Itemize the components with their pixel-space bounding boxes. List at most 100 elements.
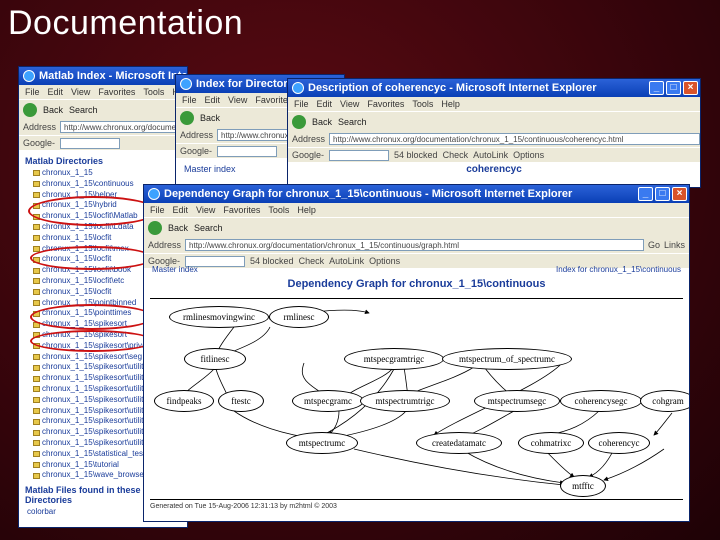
graph-node[interactable]: coherencysegc xyxy=(560,390,642,412)
folder-icon xyxy=(33,278,40,285)
menu-help[interactable]: Help xyxy=(441,99,460,109)
graph-node[interactable]: findpeaks xyxy=(154,390,214,412)
folder-icon xyxy=(33,407,40,414)
graph-node[interactable]: createdatamatc xyxy=(416,432,502,454)
toolbar: Back Search xyxy=(288,111,700,131)
directory-label: chronux_1_15\spikesort\utility xyxy=(42,416,148,426)
back-button[interactable]: Back xyxy=(312,117,332,127)
menu-file[interactable]: File xyxy=(182,95,197,105)
graph-node[interactable]: mtspectrumc xyxy=(286,432,358,454)
address-input[interactable]: http://www.chronux.org/documentation/ind… xyxy=(60,121,187,133)
folder-icon xyxy=(33,418,40,425)
directory-item[interactable]: chronux_1_15 xyxy=(33,168,187,179)
window-title-bar[interactable]: Description of coherencyc - Microsoft In… xyxy=(288,79,700,97)
menu-view[interactable]: View xyxy=(340,99,359,109)
menu-edit[interactable]: Edit xyxy=(317,99,333,109)
ie-icon xyxy=(292,82,304,94)
address-input[interactable]: http://www.chronux.org/documentation/chr… xyxy=(329,133,700,145)
back-icon[interactable] xyxy=(23,102,37,117)
folder-icon xyxy=(33,472,40,479)
graph-node[interactable]: fitlinesc xyxy=(184,348,246,370)
menu-tools[interactable]: Tools xyxy=(143,87,164,97)
menu-edit[interactable]: Edit xyxy=(205,95,221,105)
google-label: Google- xyxy=(180,146,213,156)
directory-label: chronux_1_15\spikesort\utility xyxy=(42,394,148,404)
menu-file[interactable]: File xyxy=(25,87,40,97)
maximize-button[interactable]: □ xyxy=(666,81,681,95)
options-button[interactable]: Options xyxy=(513,150,544,160)
back-icon[interactable] xyxy=(180,110,194,125)
folder-icon xyxy=(33,181,40,188)
graph-node[interactable]: mtspecgramtrigc xyxy=(344,348,444,370)
menu-view[interactable]: View xyxy=(228,95,247,105)
graph-node[interactable]: cohmatrixc xyxy=(518,432,584,454)
graph-node[interactable]: rmlinesc xyxy=(269,306,329,328)
ie-icon xyxy=(180,78,192,90)
folder-icon xyxy=(33,386,40,393)
slide-title: Documentation xyxy=(8,4,244,42)
graph-node[interactable]: mtspectrum_of_spectrumc xyxy=(442,348,572,370)
search-button[interactable]: Search xyxy=(338,117,367,127)
graph-node[interactable]: mtfftc xyxy=(560,475,606,497)
search-button[interactable]: Search xyxy=(69,105,98,115)
google-search-input[interactable] xyxy=(329,149,390,161)
folder-icon xyxy=(33,375,40,382)
window-title-bar[interactable]: Matlab Index - Microsoft Internet Explor… xyxy=(19,67,187,85)
address-label: Address xyxy=(180,130,214,140)
autolink-button[interactable]: AutoLink xyxy=(473,150,508,160)
graph-node[interactable]: mtspectrumtrigc xyxy=(360,390,450,412)
back-icon[interactable] xyxy=(292,114,306,129)
generated-footer: Generated on Tue 15-Aug-2006 12:31:13 by… xyxy=(150,503,337,510)
directory-label: chronux_1_15\tutorial xyxy=(42,459,119,469)
address-label: Address xyxy=(292,134,326,144)
check-button[interactable]: Check xyxy=(443,150,469,160)
function-name: coherencyc xyxy=(466,164,522,175)
graph-node[interactable]: cohgram xyxy=(640,390,689,412)
directory-label: chronux_1_15\spikesort\utility xyxy=(42,427,148,437)
directory-label: chronux_1_15\spikesort\utility xyxy=(42,437,148,447)
dependency-graph-window: Dependency Graph for chronux_1_15\contin… xyxy=(143,184,690,522)
back-button[interactable]: Back xyxy=(43,105,63,115)
directory-label: chronux_1_15\spikesort\seg xyxy=(42,351,143,361)
folder-icon xyxy=(33,364,40,371)
graph-node[interactable]: ftestc xyxy=(218,390,264,412)
google-label: Google- xyxy=(23,138,56,148)
google-search-input[interactable] xyxy=(217,145,278,157)
ie-icon xyxy=(23,70,35,82)
minimize-button[interactable]: _ xyxy=(649,81,664,95)
folder-icon xyxy=(33,451,40,458)
menu-edit[interactable]: Edit xyxy=(48,87,64,97)
back-button[interactable]: Back xyxy=(200,113,220,123)
folder-icon xyxy=(33,289,40,296)
folder-icon xyxy=(33,170,40,177)
folder-icon xyxy=(33,235,40,242)
directory-label: chronux_1_15\spikesort\utility xyxy=(42,383,148,393)
menu-favorites[interactable]: Favorites xyxy=(98,87,135,97)
folder-icon xyxy=(33,440,40,447)
menu-favorites[interactable]: Favorites xyxy=(367,99,404,109)
popup-blocked[interactable]: 54 blocked xyxy=(394,150,438,160)
coherencyc-description-window: Description of coherencyc - Microsoft In… xyxy=(287,78,701,188)
directory-label: chronux_1_15\spikesort\utility xyxy=(42,362,148,372)
highlight-oval xyxy=(30,304,154,330)
highlight-oval xyxy=(30,246,154,270)
directories-heading: Matlab Directories xyxy=(25,156,104,166)
directory-label: chronux_1_15\spikesort\utility xyxy=(42,405,148,415)
address-bar: Address http://www.chronux.org/documenta… xyxy=(288,131,700,147)
graph-node[interactable]: mtspectrumsegc xyxy=(474,390,560,412)
toolbar: Back Search xyxy=(19,99,187,119)
menu-tools[interactable]: Tools xyxy=(412,99,433,109)
window-controls: _ □ × xyxy=(649,81,698,95)
address-label: Address xyxy=(23,122,57,132)
graph-node[interactable]: mtspecgramc xyxy=(292,390,364,412)
google-search-input[interactable] xyxy=(60,137,121,149)
graph-node[interactable]: coherencyc xyxy=(588,432,650,454)
graph-node[interactable]: rmlinesmovingwinc xyxy=(169,306,269,328)
directory-label: chronux_1_15\wave_browser xyxy=(42,470,147,480)
google-toolbar: Google- 54 blocked Check AutoLink Option… xyxy=(288,147,700,162)
directory-label: chronux_1_15\locfit xyxy=(42,232,112,242)
directory-label: chronux_1_15\locfit\etc xyxy=(42,275,125,285)
menu-view[interactable]: View xyxy=(71,87,90,97)
close-button[interactable]: × xyxy=(683,81,698,95)
menu-file[interactable]: File xyxy=(294,99,309,109)
